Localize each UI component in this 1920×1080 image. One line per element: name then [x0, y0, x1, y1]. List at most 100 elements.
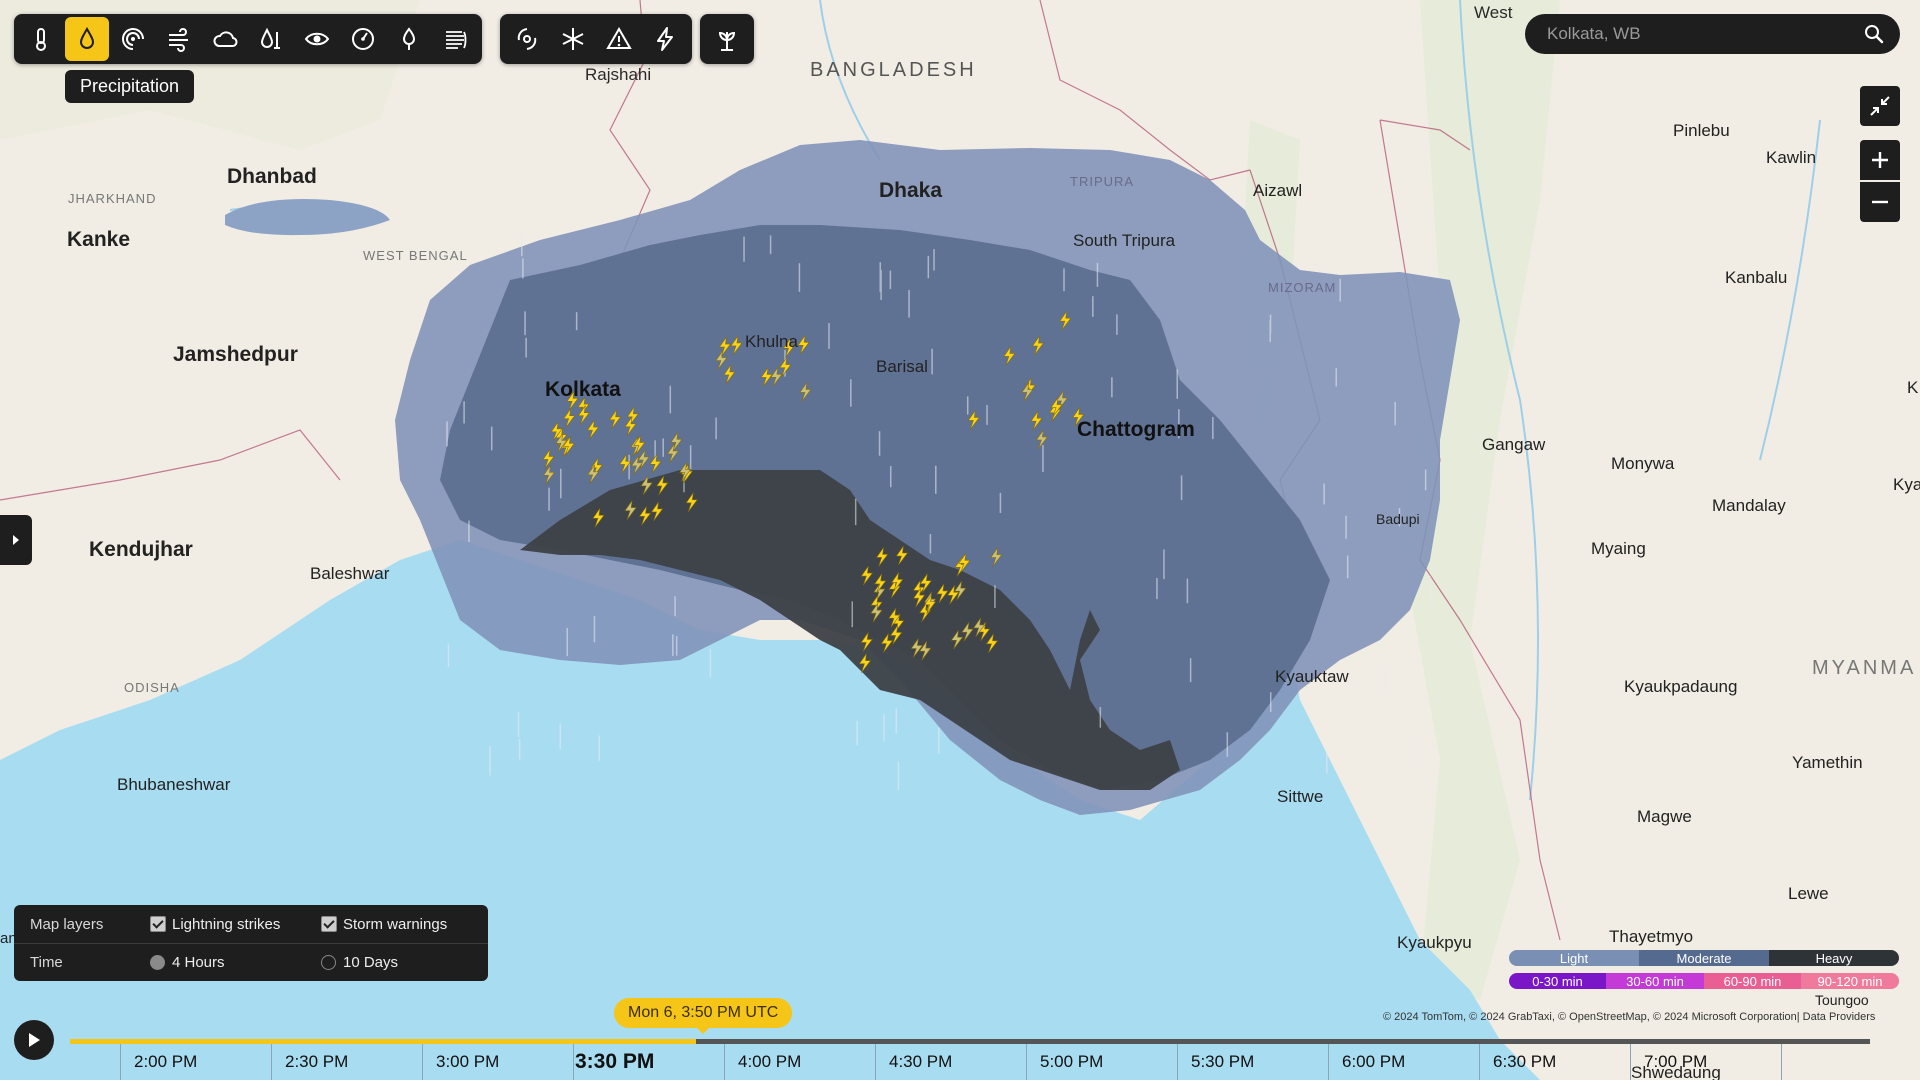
- city-label: K: [1907, 378, 1919, 397]
- timeline-label[interactable]: 5:30 PM: [1191, 1052, 1254, 1072]
- city-label: Jamshedpur: [173, 343, 298, 366]
- toolbar-button-precipitation[interactable]: [65, 17, 109, 61]
- map-attribution[interactable]: © 2024 TomTom, © 2024 GrabTaxi, © OpenSt…: [1383, 1011, 1875, 1023]
- city-label: Chattogram: [1077, 418, 1195, 441]
- collapse-button[interactable]: [1860, 86, 1900, 126]
- storm-warnings-checkbox[interactable]: Storm warnings: [321, 916, 447, 933]
- timeline-tick: [1630, 1044, 1631, 1080]
- city-label: Pinlebu: [1673, 121, 1730, 140]
- radar-icon: [122, 28, 144, 50]
- toolbar-button-agriculture[interactable]: [705, 17, 749, 61]
- city-label: Thayetmyo: [1609, 927, 1693, 946]
- timeline-tick: [422, 1044, 423, 1080]
- city-label: South Tripura: [1073, 231, 1176, 250]
- timeline-label[interactable]: 3:30 PM: [575, 1050, 654, 1074]
- layers-row: Map layers Lightning strikes Storm warni…: [14, 905, 488, 944]
- temperature-icon: [36, 28, 46, 51]
- city-label: Barisal: [876, 357, 928, 376]
- timeline-tick: [875, 1044, 876, 1080]
- zoom-in-button[interactable]: [1860, 140, 1900, 180]
- timeline-label[interactable]: 4:30 PM: [889, 1052, 952, 1072]
- play-button[interactable]: [14, 1020, 54, 1060]
- radio-unselected[interactable]: [321, 954, 336, 970]
- zoom-out-button[interactable]: [1860, 182, 1900, 222]
- time-option-4-hours[interactable]: 4 Hours: [150, 954, 225, 971]
- time-option-label: 10 Days: [343, 953, 399, 971]
- checkbox-checked[interactable]: [150, 916, 166, 932]
- precipitation-legend: Light Moderate Heavy 0-30 min 30-60 min …: [1509, 950, 1899, 989]
- city-label: Badupi: [1376, 511, 1420, 527]
- checkbox-checked[interactable]: [321, 916, 337, 932]
- hurricane-icon: [517, 28, 537, 50]
- toolbar-button-cloud[interactable]: [203, 17, 247, 61]
- layer-toolbar-extra: [700, 14, 754, 64]
- toolbar-button-hurricane[interactable]: [505, 17, 549, 61]
- timeline-label[interactable]: 6:00 PM: [1342, 1052, 1405, 1072]
- timeline-label[interactable]: 7:00 PM: [1644, 1052, 1707, 1072]
- toolbar-button-temperature[interactable]: [19, 17, 63, 61]
- radio-selected[interactable]: [150, 954, 165, 970]
- timeline-tick: [1177, 1044, 1178, 1080]
- legend-moderate: Moderate: [1639, 950, 1769, 966]
- time-row: Time 4 Hours 10 Days: [14, 943, 488, 981]
- legend-heavy: Heavy: [1769, 950, 1899, 966]
- toolbar-button-visibility[interactable]: [295, 17, 339, 61]
- uv-icon: [402, 27, 416, 50]
- location-search[interactable]: [1525, 14, 1900, 54]
- lightning-strikes-label: Lightning strikes: [172, 915, 281, 933]
- timeline-label[interactable]: 5:00 PM: [1040, 1052, 1103, 1072]
- timeline-label[interactable]: 3:00 PM: [436, 1052, 499, 1072]
- city-label: Kanbalu: [1725, 268, 1787, 287]
- timeline-tick: [1781, 1044, 1782, 1080]
- humidity-icon: [260, 27, 280, 49]
- city-label: Kendujhar: [89, 538, 193, 561]
- pressure-icon: [352, 28, 374, 50]
- current-time-bubble: Mon 6, 3:50 PM UTC: [614, 998, 793, 1034]
- city-label: Baleshwar: [310, 564, 390, 583]
- search-icon[interactable]: [1862, 22, 1886, 46]
- toolbar-button-wind[interactable]: [157, 17, 201, 61]
- intensity-legend: Light Moderate Heavy: [1509, 950, 1899, 966]
- collapse-icon: [1870, 96, 1890, 116]
- city-label: Gangaw: [1482, 435, 1546, 454]
- layer-toolbar-main: [14, 14, 482, 64]
- city-label: Kyaukpadaung: [1624, 677, 1737, 696]
- time-option-10-days[interactable]: 10 Days: [321, 954, 398, 971]
- city-label: Monywa: [1611, 454, 1675, 473]
- city-label: Khulna: [745, 332, 798, 351]
- legend-light: Light: [1509, 950, 1639, 966]
- toolbar-tooltip: Precipitation: [65, 70, 195, 103]
- precipitation-icon: [79, 26, 95, 49]
- toolbar-button-winter[interactable]: [551, 17, 595, 61]
- city-label: Rajshahi: [585, 65, 651, 84]
- state-label: JHARKHAND: [68, 191, 156, 206]
- cloud-icon: [213, 31, 238, 47]
- timeline-label[interactable]: 2:00 PM: [134, 1052, 197, 1072]
- city-label: Lewe: [1788, 884, 1829, 903]
- search-input[interactable]: [1545, 23, 1862, 45]
- timeline-label[interactable]: 6:30 PM: [1493, 1052, 1556, 1072]
- toolbar-button-air-quality[interactable]: [433, 17, 477, 61]
- map-layers-panel: Map layers Lightning strikes Storm warni…: [14, 905, 488, 981]
- toolbar-button-warning[interactable]: [597, 17, 641, 61]
- city-label: Myaing: [1591, 539, 1646, 558]
- timeline-label[interactable]: 2:30 PM: [285, 1052, 348, 1072]
- toolbar-button-lightning[interactable]: [643, 17, 687, 61]
- timeline-tick: [120, 1044, 121, 1080]
- timeline-label[interactable]: 4:00 PM: [738, 1052, 801, 1072]
- timeline-ticks: 2:00 PM 2:30 PM 3:00 PM 3:30 PM 4:00 PM 4:30 …: [0, 1044, 1920, 1080]
- toolbar-button-uv[interactable]: [387, 17, 431, 61]
- side-panel-toggle[interactable]: [0, 515, 32, 565]
- state-label: MIZORAM: [1268, 280, 1336, 295]
- country-label: BANGLADESH: [810, 59, 977, 81]
- agriculture-icon: [718, 31, 736, 51]
- lightning-strikes-checkbox[interactable]: Lightning strikes: [150, 916, 280, 933]
- city-label: Kanke: [67, 228, 130, 251]
- timeline-tick: [1328, 1044, 1329, 1080]
- toolbar-button-pressure[interactable]: [341, 17, 385, 61]
- city-label: Dhanbad: [227, 165, 317, 188]
- toolbar-button-humidity[interactable]: [249, 17, 293, 61]
- legend-90-120: 90-120 min: [1801, 973, 1899, 989]
- toolbar-button-radar[interactable]: [111, 17, 155, 61]
- plus-icon: [1872, 152, 1888, 168]
